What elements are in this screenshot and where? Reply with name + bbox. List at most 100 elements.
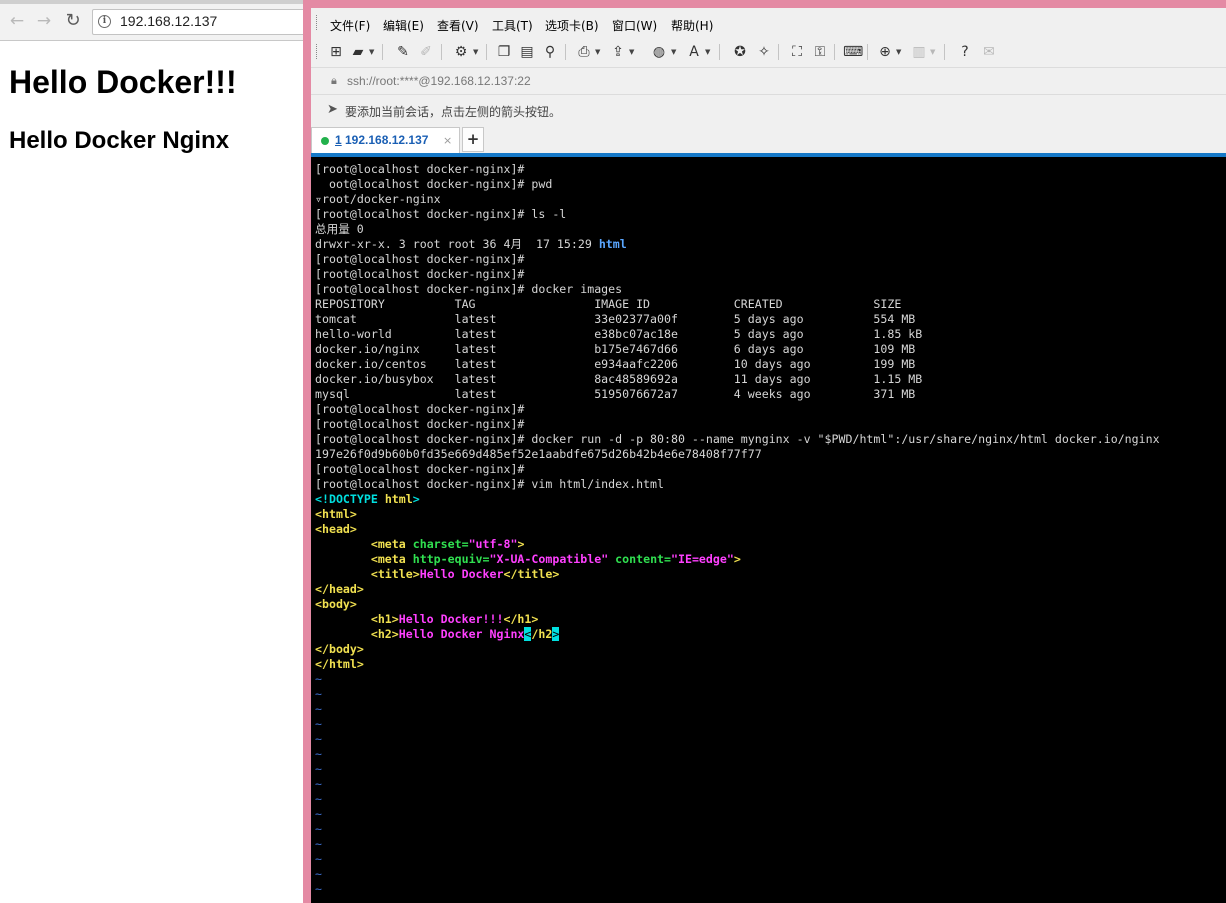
vim-head-close: </head> [315, 582, 364, 596]
xmanager-icon[interactable]: ✧ [755, 43, 773, 61]
vim-title-text: Hello Docker [419, 567, 504, 581]
images-header: REPOSITORY TAG IMAGE ID CREATED SIZE [315, 297, 902, 311]
transfer-icon[interactable]: ⇪ [609, 43, 627, 61]
close-tab-icon[interactable]: × [443, 134, 452, 147]
vim-title-open: <title> [370, 567, 420, 581]
vim-empty-line: ~ [315, 687, 322, 701]
paste-icon[interactable]: ▤ [518, 43, 536, 61]
lock-icon[interactable]: ⚿ [811, 43, 829, 61]
properties-dropdown-icon[interactable]: ▼ [473, 48, 478, 56]
back-arrow-icon[interactable]: ← [7, 11, 27, 31]
menubar-grip-icon [316, 15, 320, 30]
layout-icon[interactable]: ▥ [910, 43, 928, 61]
connect-icon[interactable]: ✎ [394, 43, 412, 61]
terminal-line: 总用量 0 [315, 222, 364, 236]
print-icon[interactable]: ⎙ [575, 43, 593, 61]
menu-window[interactable]: 窗口(W) [612, 17, 657, 34]
print-dropdown-icon[interactable]: ▼ [595, 48, 600, 56]
fullscreen-icon[interactable]: ⛶ [788, 43, 806, 61]
terminal-line: [root@localhost docker-nginx]# [315, 462, 525, 476]
add-tab-dropdown-icon[interactable]: ▼ [896, 48, 901, 56]
vim-meta-tag: <meta [370, 552, 413, 566]
tab-label: 192.168.12.137 [345, 133, 429, 147]
browser-window: ← → ↻ i 192.168.12.137 Hello Docker!!! H… [0, 0, 303, 903]
vim-empty-line: ~ [315, 747, 322, 761]
toolbar-separator [778, 44, 779, 60]
new-tab-button[interactable]: + [462, 127, 484, 152]
menu-edit[interactable]: 编辑(E) [383, 17, 424, 34]
image-row: docker.io/nginx latest b175e7467d66 6 da… [315, 342, 916, 356]
vim-body-open: <body> [315, 597, 357, 611]
vim-value: "utf-8" [468, 537, 518, 551]
vim-tag-close: > [733, 552, 741, 566]
font-icon[interactable]: A [685, 43, 703, 61]
add-session-arrow-icon[interactable]: ➤ [327, 102, 338, 117]
chat-icon[interactable]: ✉ [980, 43, 998, 61]
vim-empty-line: ~ [315, 732, 322, 746]
forward-arrow-icon[interactable]: → [34, 11, 54, 31]
menu-file[interactable]: 文件(F) [330, 17, 370, 34]
vim-html-close: </html> [315, 657, 364, 671]
dir-name: html [598, 237, 627, 251]
keyboard-icon[interactable]: ⌨ [843, 43, 863, 61]
info-icon[interactable]: i [98, 15, 111, 28]
session-address-bar[interactable]: 🔒︎ ssh://root:****@192.168.12.137:22 [311, 67, 1226, 95]
vim-empty-line: ~ [315, 882, 322, 896]
toolbar-separator [944, 44, 945, 60]
disconnect-icon[interactable]: ✐ [417, 43, 435, 61]
window-divider [303, 0, 311, 903]
globe-icon[interactable]: ◍ [650, 43, 668, 61]
vim-match-bracket: > [552, 627, 560, 641]
open-dropdown-icon[interactable]: ▼ [369, 48, 374, 56]
page-heading-1: Hello Docker!!! [9, 64, 237, 100]
vim-empty-line: ~ [315, 867, 322, 881]
find-icon[interactable]: ⚲ [541, 43, 559, 61]
vim-value: "IE=edge" [671, 552, 734, 566]
title-bar [311, 0, 1226, 8]
terminal-line: [root@localhost docker-nginx]# ls -l [315, 207, 567, 221]
vim-empty-line: ~ [315, 852, 322, 866]
terminal-area[interactable]: [root@localhost docker-nginx]# oot@local… [311, 157, 1226, 903]
menu-help[interactable]: 帮助(H) [671, 17, 713, 34]
transfer-dropdown-icon[interactable]: ▼ [629, 48, 634, 56]
vim-empty-line: ~ [315, 807, 322, 821]
menu-bar: 文件(F) 编辑(E) 查看(V) 工具(T) 选项卡(B) 窗口(W) 帮助(… [311, 8, 1226, 36]
page-heading-2: Hello Docker Nginx [9, 127, 230, 154]
copy-icon[interactable]: ❐ [495, 43, 513, 61]
vim-value: "X-UA-Compatible" [489, 552, 609, 566]
open-folder-icon[interactable]: ▰ [349, 43, 367, 61]
vim-h1-close: </h1> [503, 612, 539, 626]
globe-dropdown-icon[interactable]: ▼ [671, 48, 676, 56]
menu-view[interactable]: 查看(V) [437, 17, 479, 34]
font-dropdown-icon[interactable]: ▼ [705, 48, 710, 56]
terminal-line: [root@localhost docker-nginx]# [315, 417, 525, 431]
image-row: tomcat latest 33e02377a00f 5 days ago 55… [315, 312, 916, 326]
menu-tabs[interactable]: 选项卡(B) [545, 17, 599, 34]
vim-empty-line: ~ [315, 792, 322, 806]
add-tab-icon[interactable]: ⊕ [876, 43, 894, 61]
image-row: mysql latest 5195076672a7 4 weeks ago 37… [315, 387, 916, 401]
session-address: ssh://root:****@192.168.12.137:22 [347, 74, 531, 88]
terminal-line: ▿root/docker-nginx [315, 192, 441, 206]
vim-empty-line: ~ [315, 762, 322, 776]
properties-icon[interactable]: ⚙ [452, 43, 470, 61]
toolbar-separator [441, 44, 442, 60]
address-bar[interactable]: i 192.168.12.137 [92, 9, 303, 35]
terminal-line: [root@localhost docker-nginx]# [315, 402, 525, 416]
tab-number: 1 [335, 133, 342, 147]
vim-html-open: <html> [315, 507, 357, 521]
reload-icon[interactable]: ↻ [63, 11, 83, 31]
toolbar-separator [486, 44, 487, 60]
image-row: docker.io/busybox latest 8ac48589692a 11… [315, 372, 923, 386]
vim-body-close: </body> [315, 642, 364, 656]
toolbar-separator [565, 44, 566, 60]
tab-session-1[interactable]: 1 192.168.12.137 × [311, 127, 460, 153]
connected-status-icon [321, 137, 329, 145]
help-icon[interactable]: ? [956, 43, 974, 61]
layout-dropdown-icon[interactable]: ▼ [930, 48, 935, 56]
menu-tools[interactable]: 工具(T) [492, 17, 533, 34]
vim-empty-line: ~ [315, 822, 322, 836]
xftp-icon[interactable]: ✪ [731, 43, 749, 61]
vim-empty-line: ~ [315, 837, 322, 851]
new-session-icon[interactable]: ⊞ [327, 43, 345, 61]
